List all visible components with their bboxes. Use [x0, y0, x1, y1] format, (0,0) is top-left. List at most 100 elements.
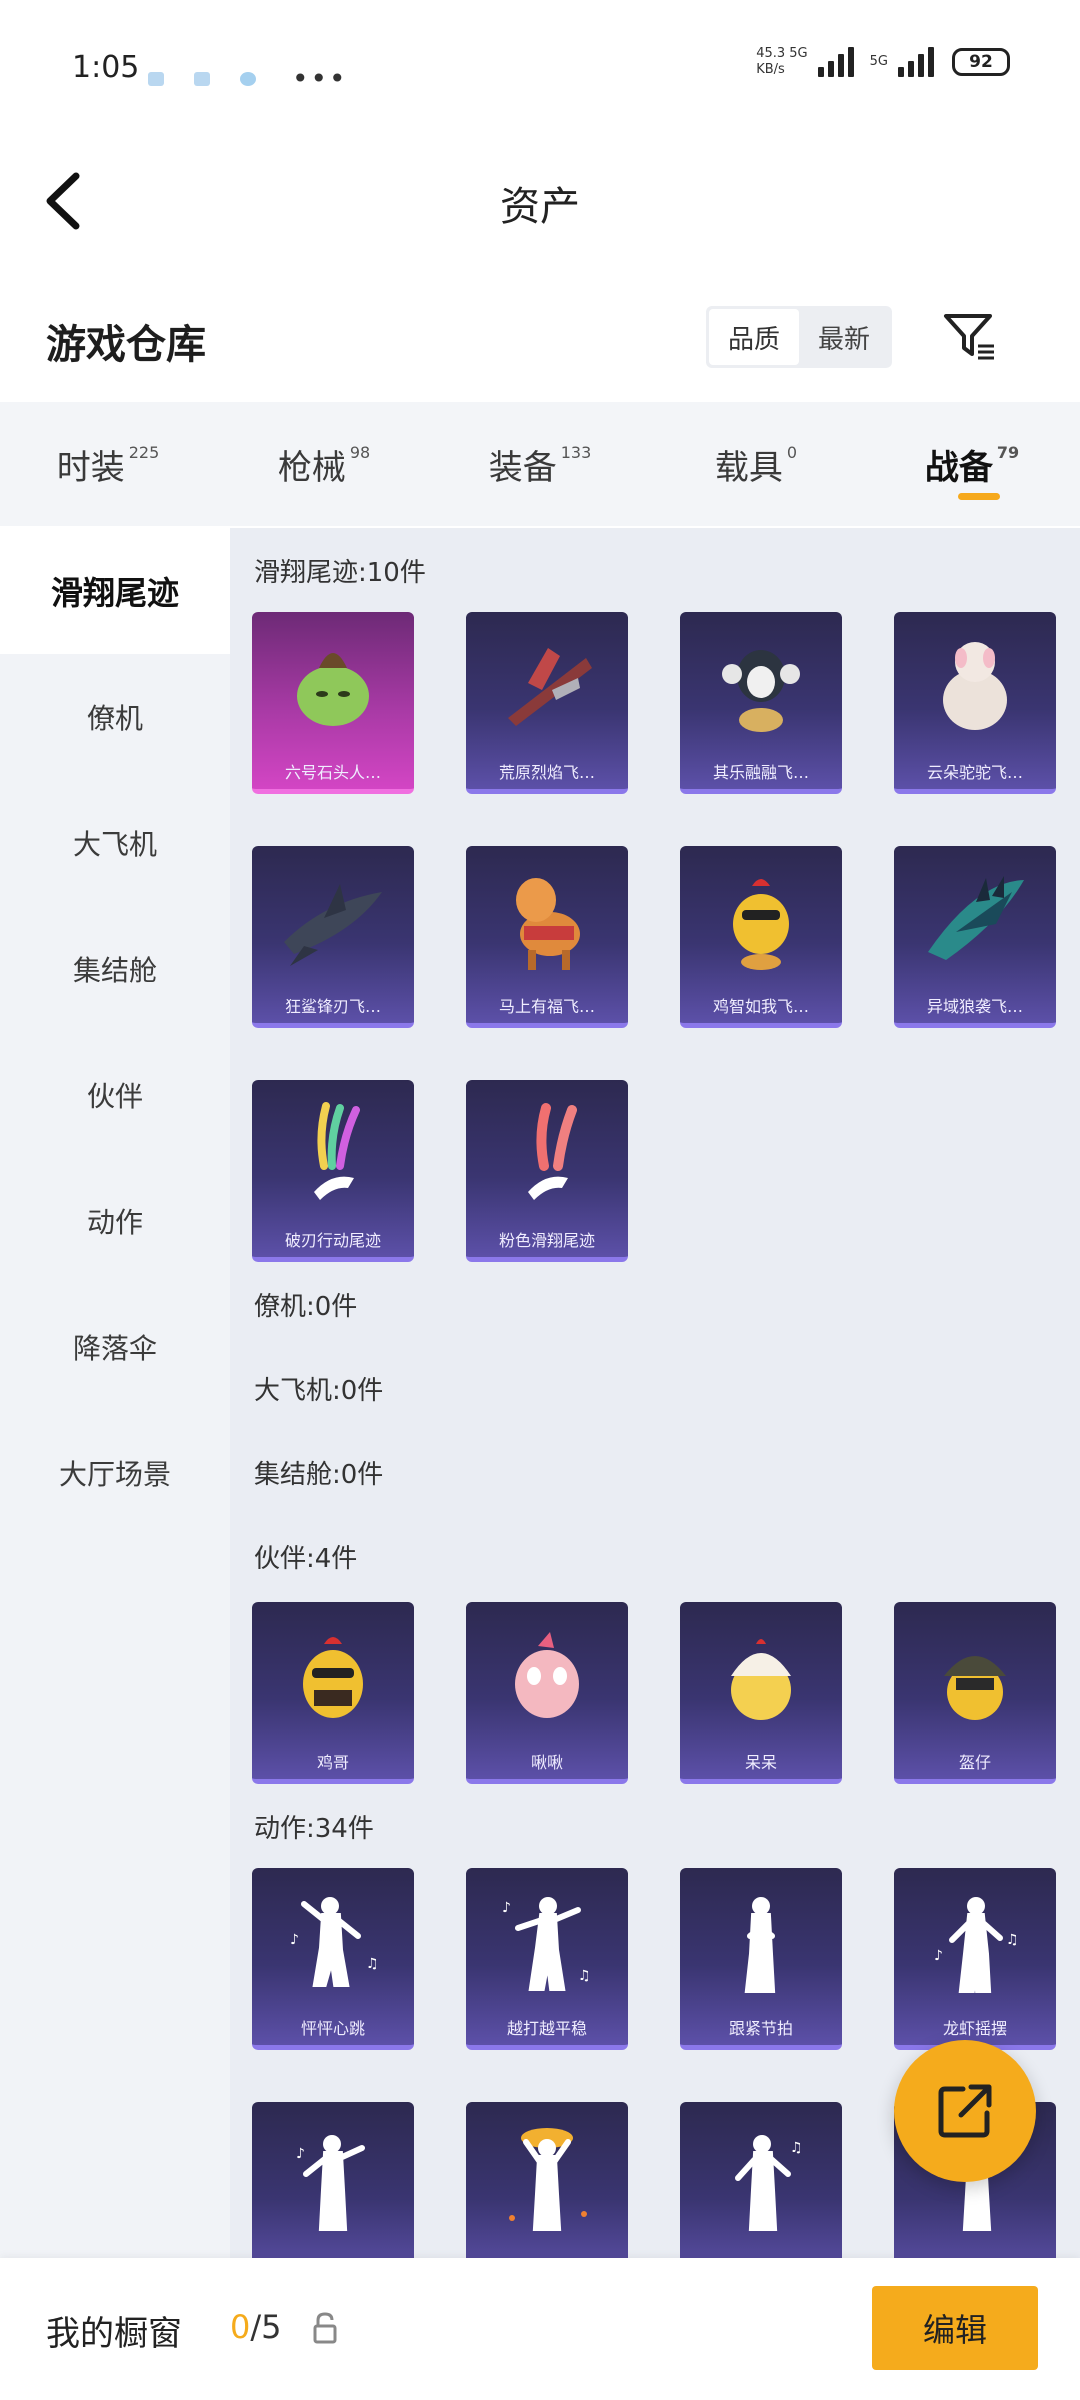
- notification-icon: [148, 71, 164, 86]
- svg-text:♪: ♪: [934, 1948, 943, 1964]
- sidenav-item-lobby[interactable]: 大厅场景: [0, 1410, 230, 1536]
- item-name: 破刃行动尾迹: [284, 1231, 381, 1250]
- tab-guns[interactable]: 枪械 98: [216, 402, 432, 526]
- item-card[interactable]: 其乐融融飞…: [680, 612, 842, 794]
- section-title-plane: 大飞机:0件: [254, 1376, 384, 1406]
- svg-text:♫: ♫: [1006, 1932, 1019, 1948]
- item-card[interactable]: 呆呆: [680, 1602, 842, 1784]
- page-title: 资产: [500, 184, 580, 230]
- section-title-emote: 动作:34件: [254, 1814, 374, 1844]
- shark-glider-icon: [284, 884, 382, 966]
- signal-icon: [817, 47, 854, 77]
- network-type: 5G: [869, 54, 888, 69]
- horse-glider-icon: [516, 878, 580, 970]
- dance-pose-icon: [744, 1897, 776, 1993]
- sidenav-item-pod[interactable]: 集结舱: [0, 906, 230, 1032]
- item-card[interactable]: 云朵驼驼飞…: [894, 612, 1056, 794]
- item-card[interactable]: ♪: [252, 2102, 414, 2258]
- rainbow-trail-icon: [314, 1102, 360, 1200]
- flame-glider-icon: [508, 648, 592, 726]
- tab-battle-prep[interactable]: 战备 79: [864, 402, 1080, 526]
- tab-fashion[interactable]: 时装 225: [0, 402, 216, 526]
- item-name: 跟紧节拍: [728, 2019, 793, 2038]
- sidenav-item-partner[interactable]: 伙伴: [0, 1032, 230, 1158]
- item-name: 狂鲨锋刃飞…: [284, 997, 381, 1016]
- section-title-partner: 伙伴:4件: [254, 1544, 358, 1574]
- tab-vehicles[interactable]: 载具 0: [648, 402, 864, 526]
- item-name: 呆呆: [744, 1753, 777, 1772]
- item-name: 鸡智如我飞…: [712, 997, 809, 1016]
- item-name: 粉色滑翔尾迹: [498, 1231, 595, 1250]
- sidenav-item-parachute[interactable]: 降落伞: [0, 1284, 230, 1410]
- item-card[interactable]: 六号石头人…: [252, 612, 414, 794]
- sort-quality-button[interactable]: 品质: [709, 309, 799, 365]
- dance-pose-icon: ♪ ♫: [934, 1897, 1019, 1993]
- dance-pose-icon: ♪: [296, 2135, 365, 2231]
- item-card[interactable]: 马上有福飞…: [466, 846, 628, 1028]
- item-card[interactable]: 荒原烈焰飞…: [466, 612, 628, 794]
- filter-button[interactable]: [940, 308, 1000, 364]
- sidenav-item-emote[interactable]: 动作: [0, 1158, 230, 1284]
- lock-icon: [313, 2312, 337, 2344]
- status-time: 1:05: [72, 50, 140, 85]
- item-name: 啾啾: [530, 1753, 563, 1772]
- section-title-trail: 滑翔尾迹:10件: [254, 558, 426, 588]
- item-card[interactable]: 跟紧节拍: [680, 1868, 842, 2050]
- signal-icon: [898, 47, 934, 77]
- section-title-pod: 集结舱:0件: [254, 1460, 384, 1490]
- item-name: 云朵驼驼飞…: [926, 763, 1023, 782]
- item-name: 六号石头人…: [284, 763, 381, 782]
- item-name: 怦怦心跳: [300, 2019, 365, 2038]
- item-card[interactable]: ♪ ♫ 龙虾摇摆: [894, 1868, 1056, 2050]
- filter-icon: [944, 314, 994, 360]
- tab-equipment[interactable]: 装备 133: [432, 402, 648, 526]
- category-tabs: 时装 225 枪械 98 装备 133 载具 0 战备 79: [0, 402, 1080, 526]
- external-link-icon: [938, 2084, 992, 2138]
- dance-pose-icon: ♪ ♫: [290, 1897, 379, 1987]
- item-card[interactable]: 啾啾: [466, 1602, 628, 1784]
- chicken-glider-icon: [733, 879, 789, 970]
- dance-pose-icon: [509, 2128, 587, 2231]
- item-card[interactable]: ♫: [680, 2102, 842, 2258]
- item-name: 龙虾摇摆: [942, 2019, 1007, 2038]
- item-card[interactable]: 鸡智如我飞…: [680, 846, 842, 1028]
- helmet-chick-partner-icon: [944, 1656, 1006, 1720]
- stone-golem-icon: [297, 653, 369, 726]
- item-card[interactable]: 鸡哥: [252, 1602, 414, 1784]
- warehouse-title: 游戏仓库: [46, 322, 206, 368]
- item-card[interactable]: 盔仔: [894, 1602, 1056, 1784]
- wolf-glider-icon: [928, 876, 1024, 960]
- item-card[interactable]: ♪ ♫ 越打越平稳: [466, 1868, 628, 2050]
- item-name: 盔仔: [958, 1753, 991, 1772]
- sidenav-item-plane[interactable]: 大飞机: [0, 780, 230, 906]
- svg-text:♪: ♪: [296, 2146, 305, 2162]
- dance-pose-icon: ♪ ♫: [502, 1897, 591, 1991]
- status-indicators: 45.3 5G KB/s 5G 92: [756, 46, 1010, 78]
- sort-newest-button[interactable]: 最新: [799, 309, 889, 365]
- svg-text:♫: ♫: [790, 2140, 803, 2156]
- item-card[interactable]: 狂鲨锋刃飞…: [252, 846, 414, 1028]
- item-card[interactable]: 粉色滑翔尾迹: [466, 1080, 628, 1262]
- pink-bird-partner-icon: [515, 1632, 579, 1718]
- item-name: 马上有福飞…: [498, 997, 595, 1016]
- svg-text:♫: ♫: [578, 1968, 591, 1984]
- battery-icon: 92: [952, 48, 1010, 76]
- item-name: 其乐融融飞…: [712, 763, 809, 782]
- side-nav: 滑翔尾迹 僚机 大飞机 集结舱 伙伴 动作 降落伞 大厅场景: [0, 528, 230, 2258]
- item-card[interactable]: 破刃行动尾迹: [252, 1080, 414, 1262]
- penguin-glider-icon: [722, 650, 800, 732]
- item-card[interactable]: ♪ ♫ 怦怦心跳: [252, 1868, 414, 2050]
- sidenav-item-trail[interactable]: 滑翔尾迹: [0, 528, 230, 654]
- share-button[interactable]: [894, 2040, 1036, 2182]
- notification-icons: •••: [148, 62, 348, 95]
- item-name: 荒原烈焰飞…: [498, 763, 595, 782]
- edit-button[interactable]: 编辑: [872, 2286, 1038, 2370]
- svg-text:♪: ♪: [502, 1900, 511, 1916]
- item-card[interactable]: 异域狼袭飞…: [894, 846, 1056, 1028]
- item-card[interactable]: [466, 2102, 628, 2258]
- pink-trail-icon: [528, 1103, 577, 1200]
- svg-text:♫: ♫: [366, 1956, 379, 1972]
- item-name: 越打越平稳: [506, 2019, 587, 2038]
- sidenav-item-wingman[interactable]: 僚机: [0, 654, 230, 780]
- dance-pose-icon: ♫: [735, 2135, 803, 2231]
